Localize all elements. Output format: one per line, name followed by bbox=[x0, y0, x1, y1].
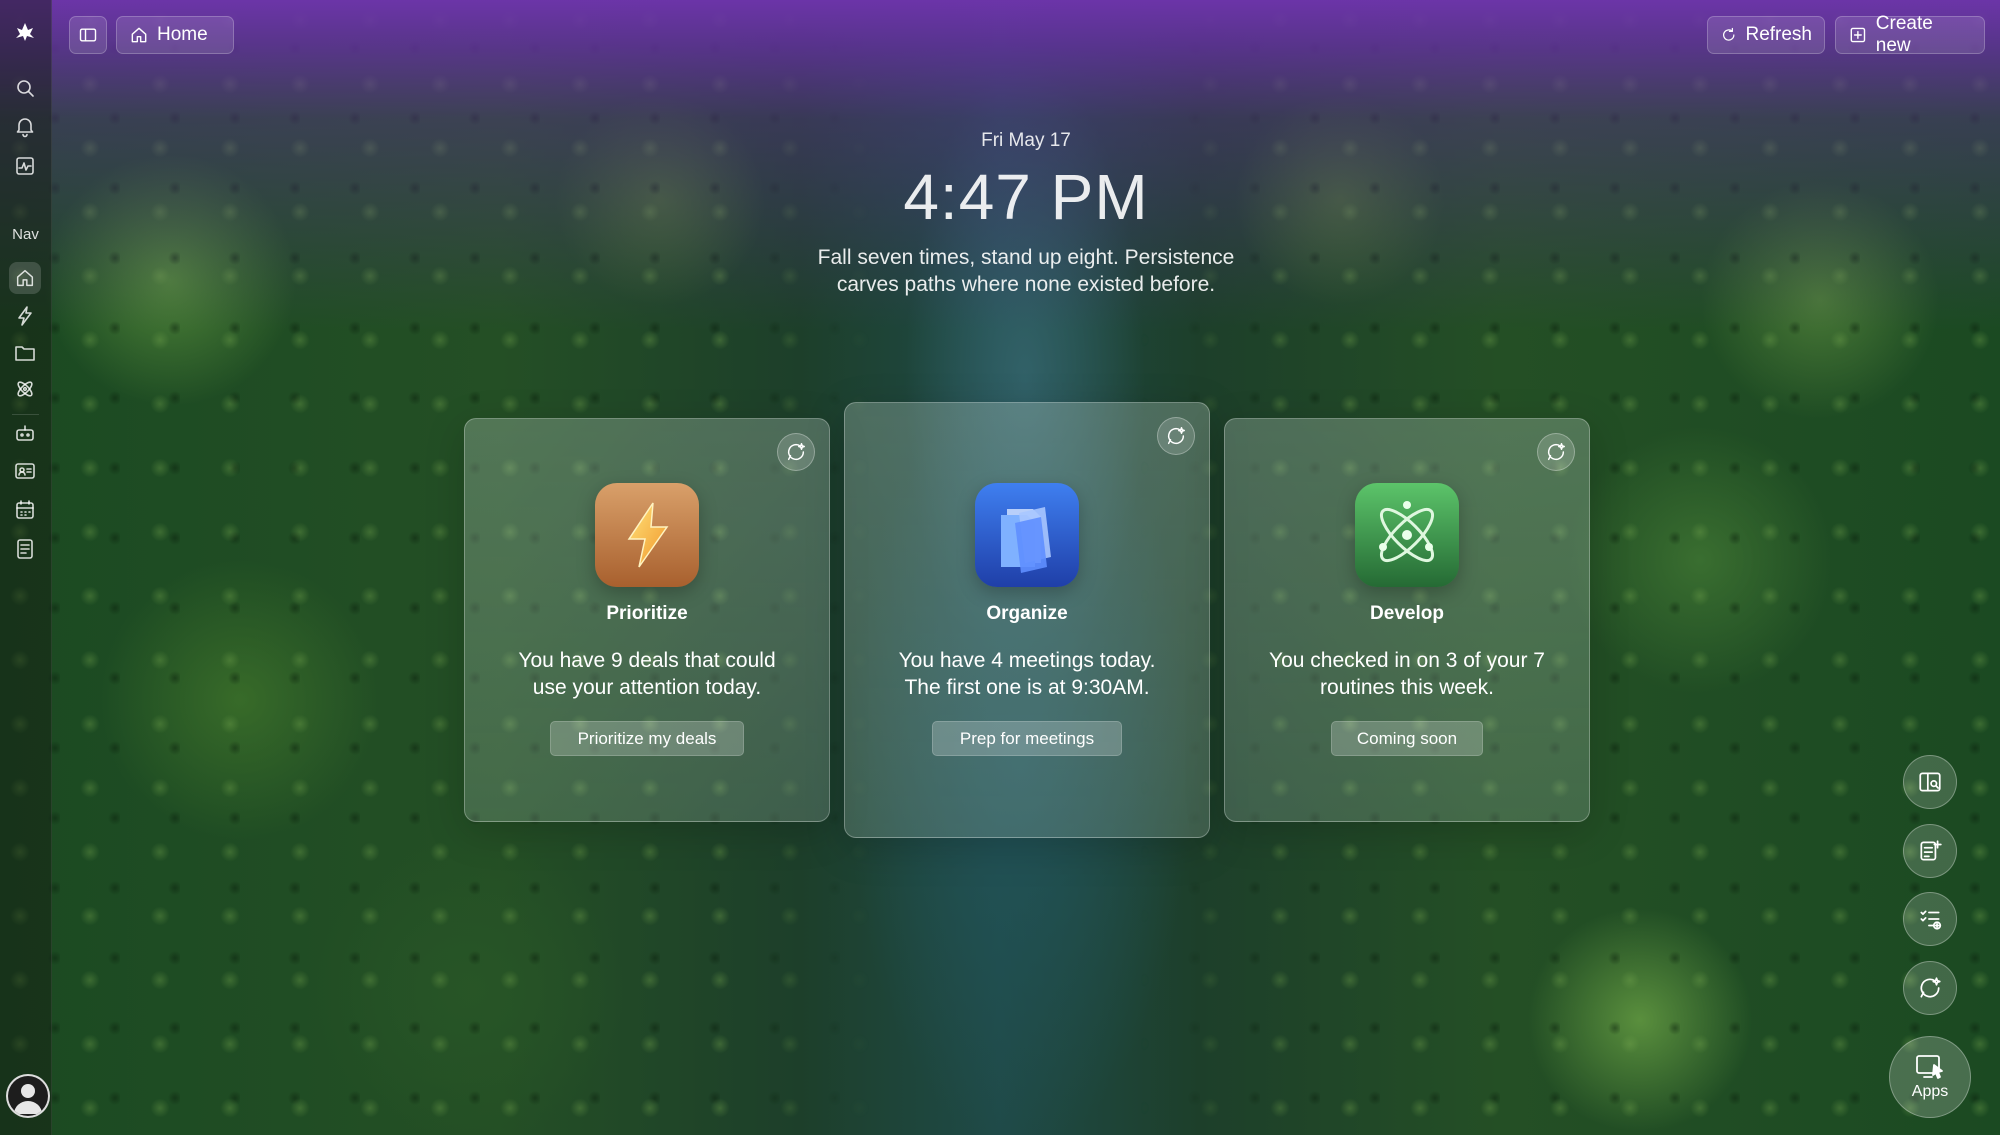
daily-quote: Fall seven times, stand up eight. Persis… bbox=[817, 246, 1235, 296]
chat-sparkle-icon bbox=[787, 443, 805, 461]
sidebar-panel-icon bbox=[79, 28, 97, 42]
card-title: Organize bbox=[986, 603, 1068, 624]
folder-icon[interactable] bbox=[13, 341, 37, 365]
atom-app-icon bbox=[1355, 483, 1459, 587]
search-icon[interactable] bbox=[13, 76, 37, 100]
card-description: You have 9 deals that could use your att… bbox=[518, 649, 776, 699]
checklist-add-button[interactable] bbox=[1903, 892, 1957, 946]
chat-sparkle-icon bbox=[1167, 427, 1185, 445]
coming-soon-button[interactable]: Coming soon bbox=[1331, 721, 1483, 756]
chat-sparkle-button[interactable] bbox=[1157, 417, 1195, 455]
bolt-icon[interactable] bbox=[13, 304, 37, 328]
card-title: Develop bbox=[1370, 603, 1444, 624]
develop-card: Develop You checked in on 3 of your 7 ro… bbox=[1224, 418, 1590, 822]
create-new-button[interactable]: Create new bbox=[1835, 13, 1985, 56]
create-new-label: Create new bbox=[1875, 13, 1933, 56]
refresh-button[interactable]: Refresh bbox=[1707, 16, 1825, 54]
atom-icon[interactable] bbox=[13, 377, 37, 401]
home-breadcrumb-label: Home bbox=[157, 24, 208, 45]
current-date: Fri May 17 bbox=[981, 130, 1071, 151]
lightning-bolt-app-icon bbox=[595, 483, 699, 587]
layout-search-button[interactable] bbox=[1903, 755, 1957, 809]
chat-sparkle-icon bbox=[1920, 977, 1941, 998]
chat-sparkle-button[interactable] bbox=[1537, 433, 1575, 471]
refresh-label: Refresh bbox=[1745, 24, 1812, 45]
prioritize-card: Prioritize You have 9 deals that could u… bbox=[464, 418, 830, 822]
user-avatar[interactable] bbox=[6, 1074, 50, 1118]
card-description: You checked in on 3 of your 7 routines t… bbox=[1269, 649, 1545, 699]
plus-square-icon bbox=[1850, 27, 1866, 43]
apps-icon bbox=[1916, 1055, 1943, 1079]
contact-card-icon[interactable] bbox=[13, 459, 37, 483]
chat-sparkle-button[interactable] bbox=[777, 433, 815, 471]
home-icon[interactable] bbox=[9, 262, 41, 294]
layout-search-icon bbox=[1919, 772, 1941, 792]
home-icon bbox=[131, 27, 147, 43]
sidebar-divider bbox=[12, 414, 39, 415]
checklist-add-icon bbox=[1920, 910, 1942, 930]
chat-sparkle-tool-button[interactable] bbox=[1903, 961, 1957, 1015]
current-time: 4:47 PM bbox=[903, 161, 1149, 233]
card-title: Prioritize bbox=[606, 603, 688, 624]
notes-add-icon bbox=[1920, 840, 1942, 861]
bot-icon[interactable] bbox=[13, 421, 37, 445]
notes-add-button[interactable] bbox=[1903, 824, 1957, 878]
prioritize-deals-button[interactable]: Prioritize my deals bbox=[550, 721, 744, 756]
card-description: You have 4 meetings today. The first one… bbox=[898, 649, 1156, 699]
toggle-sidebar-button[interactable] bbox=[69, 16, 107, 54]
chat-sparkle-icon bbox=[1547, 443, 1565, 461]
apps-button[interactable]: Apps bbox=[1889, 1036, 1971, 1118]
organize-card: Organize You have 4 meetings today. The … bbox=[844, 402, 1210, 838]
refresh-icon bbox=[1723, 27, 1735, 41]
prep-meetings-button[interactable]: Prep for meetings bbox=[932, 721, 1122, 756]
notes-icon[interactable] bbox=[13, 537, 37, 561]
logo-icon[interactable] bbox=[13, 20, 37, 44]
folder-app-icon bbox=[975, 483, 1079, 587]
home-breadcrumb-button[interactable]: Home bbox=[116, 16, 234, 54]
apps-label: Apps bbox=[1911, 1083, 1949, 1100]
calendar-icon[interactable] bbox=[13, 498, 37, 522]
